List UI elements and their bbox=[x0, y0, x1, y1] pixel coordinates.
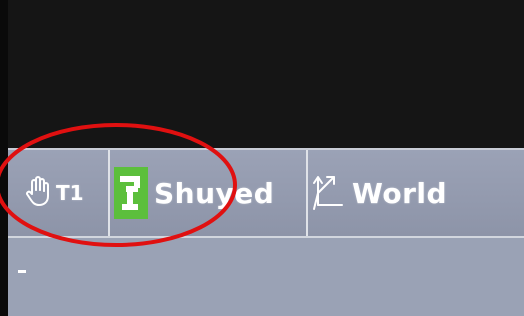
jog-mode-label: T1 bbox=[56, 181, 84, 205]
photo-edge bbox=[0, 0, 8, 316]
coordinate-system-label: World bbox=[352, 176, 448, 210]
coordinate-axes-icon bbox=[312, 171, 346, 215]
lower-panel bbox=[8, 238, 524, 316]
text-cursor bbox=[18, 270, 26, 273]
hand-icon bbox=[24, 175, 52, 211]
jog-mode-cell[interactable]: T1 bbox=[8, 150, 110, 236]
robot-arm-icon bbox=[114, 167, 148, 219]
robot-cell[interactable]: Shuyed bbox=[110, 150, 308, 236]
screen-top-area bbox=[8, 0, 524, 148]
status-bar: T1 Shuyed World bbox=[8, 148, 524, 238]
robot-name: Shuyed bbox=[154, 176, 275, 210]
coordinate-system-cell[interactable]: World bbox=[308, 150, 524, 236]
